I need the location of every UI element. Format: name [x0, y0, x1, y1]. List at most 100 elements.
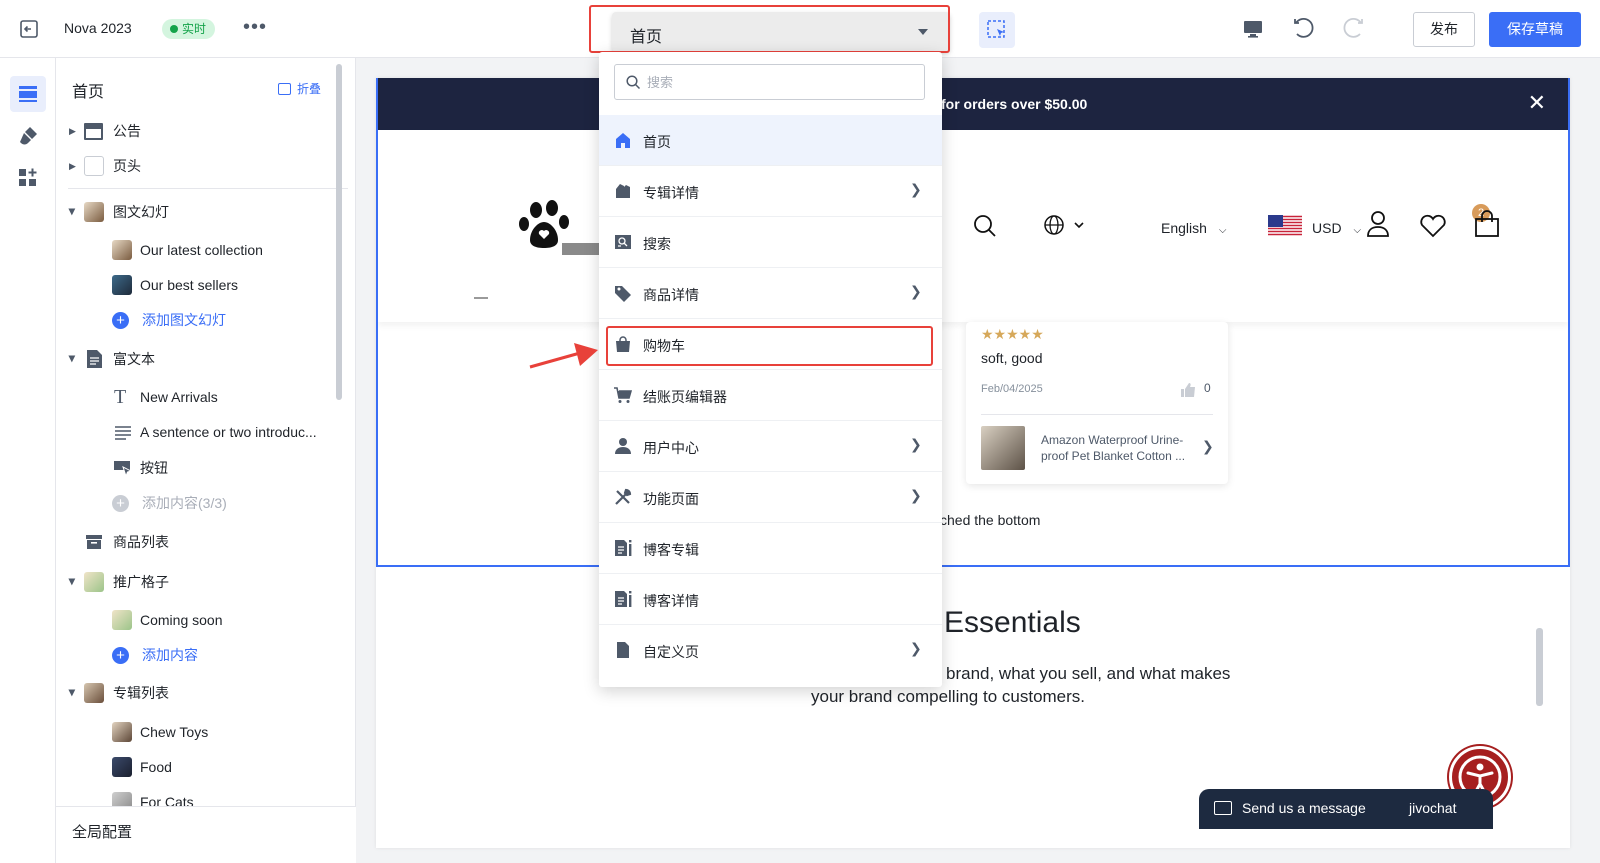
sections-icon	[19, 86, 37, 102]
page-option-label: 自定义页	[643, 644, 699, 660]
document-icon	[87, 350, 102, 368]
exit-icon[interactable]	[18, 18, 40, 40]
collapse-button[interactable]: 折叠	[277, 80, 321, 97]
page-option-user-center[interactable]: 用户中心 ❯	[599, 421, 942, 472]
chat-brand: jivochat	[1409, 800, 1457, 816]
blog-detail-icon	[615, 591, 632, 607]
section-label: 页头	[113, 158, 141, 174]
page-option-blog-collection[interactable]: 博客专辑	[599, 523, 942, 574]
section-slideshow[interactable]: ▶ 图文幻灯	[56, 197, 355, 227]
block-label: Our latest collection	[140, 242, 263, 258]
section-collection-list[interactable]: ▶ 专辑列表	[56, 678, 355, 708]
section-label: 专辑列表	[113, 685, 169, 701]
slide-thumbnail	[112, 275, 132, 295]
rail-apps-button[interactable]	[10, 160, 46, 196]
section-header[interactable]: ▶ 页头	[56, 151, 355, 181]
page-option-label: 功能页面	[643, 491, 699, 507]
announcement-icon	[84, 123, 103, 140]
canvas-scrollbar[interactable]	[1536, 628, 1543, 706]
block-collection-2[interactable]: Food	[56, 752, 355, 782]
page-option-checkout-editor[interactable]: 结账页编辑器	[599, 370, 942, 421]
add-promo-block-button[interactable]: + 添加内容	[56, 640, 355, 670]
page-option-label: 博客详情	[643, 593, 699, 609]
page-option-product[interactable]: 商品详情 ❯	[599, 268, 942, 319]
global-settings-label: 全局配置	[72, 824, 133, 841]
chevron-right-icon: ❯	[910, 436, 922, 452]
select-element-tool[interactable]	[979, 12, 1015, 48]
user-icon	[615, 438, 631, 454]
desktop-icon[interactable]	[1240, 16, 1266, 42]
page-selector-highlight	[589, 5, 950, 53]
collapse-arrow-icon[interactable]: ▶	[57, 690, 87, 697]
global-settings[interactable]: 全局配置	[56, 806, 356, 863]
page-option-search[interactable]: 搜索	[599, 217, 942, 268]
save-draft-button[interactable]: 保存草稿	[1489, 12, 1581, 47]
page-option-function-pages[interactable]: 功能页面 ❯	[599, 472, 942, 523]
collapse-arrow-icon[interactable]: ▶	[57, 209, 87, 216]
add-richtext-block-button[interactable]: + 添加内容(3/3)	[56, 488, 355, 518]
page-option-collection[interactable]: 专辑详情 ❯	[599, 166, 942, 217]
collapse-arrow-icon[interactable]: ▶	[57, 579, 87, 586]
sidebar-title: 首页	[72, 84, 105, 101]
block-promo-1[interactable]: Coming soon	[56, 605, 355, 635]
promo-thumbnail	[84, 572, 104, 592]
block-label: Coming soon	[140, 612, 223, 628]
block-slide-1[interactable]: Our latest collection	[56, 235, 355, 265]
expand-arrow-icon[interactable]: ▶	[69, 151, 76, 181]
rail-sections-button[interactable]	[10, 76, 46, 112]
chat-widget[interactable]: Send us a message jivochat	[1199, 789, 1493, 829]
block-text[interactable]: A sentence or two introduc...	[56, 417, 355, 447]
section-promo-grid[interactable]: ▶ 推广格子	[56, 567, 355, 597]
page-option-blog-detail[interactable]: 博客详情	[599, 574, 942, 625]
section-announcement[interactable]: ▶ 公告	[56, 116, 355, 146]
redo-icon[interactable]	[1340, 16, 1366, 42]
block-label: 按钮	[140, 460, 168, 476]
tag-icon	[615, 286, 631, 302]
button-cursor-icon	[114, 461, 133, 478]
essentials-line-2: your brand compelling to customers.	[811, 687, 1086, 706]
page-option-custom-page[interactable]: 自定义页 ❯	[599, 625, 942, 676]
chevron-right-icon: ❯	[910, 487, 922, 503]
publish-button[interactable]: 发布	[1413, 12, 1475, 47]
selected-section-outline	[376, 78, 1570, 567]
block-label: Chew Toys	[140, 724, 209, 740]
sidebar-divider	[68, 188, 348, 189]
expand-arrow-icon[interactable]: ▶	[69, 116, 76, 146]
page-option-label: 结账页编辑器	[643, 389, 727, 405]
block-label: New Arrivals	[140, 389, 218, 405]
collection-icon	[616, 184, 630, 198]
add-icon: +	[112, 312, 129, 329]
brush-icon	[20, 127, 37, 145]
essentials-heading: Essentials	[944, 606, 1081, 639]
block-collection-1[interactable]: Chew Toys	[56, 717, 355, 747]
block-label: Our best sellers	[140, 277, 239, 293]
more-menu-icon[interactable]: •••	[243, 16, 267, 39]
block-slide-2[interactable]: Our best sellers	[56, 270, 355, 300]
page-dropdown-menu: 首页 专辑详情 ❯ 搜索 商品详情 ❯ 购物车 结账页编辑器 用户中心 ❯ 功能…	[599, 52, 942, 687]
rail-theme-button[interactable]	[10, 118, 46, 154]
paragraph-icon	[115, 426, 131, 440]
text-t-icon: T	[114, 386, 127, 408]
block-heading[interactable]: T New Arrivals	[56, 382, 355, 412]
add-slide-button[interactable]: + 添加图文幻灯	[56, 305, 355, 335]
page-search-field[interactable]	[614, 64, 925, 100]
cart-icon	[614, 387, 632, 403]
block-button[interactable]: 按钮	[56, 453, 355, 483]
undo-icon[interactable]	[1291, 16, 1317, 42]
archive-box-icon	[86, 535, 102, 549]
page-option-label: 搜索	[643, 236, 671, 252]
collapse-arrow-icon[interactable]: ▶	[57, 356, 87, 363]
collection-thumbnail	[84, 683, 104, 703]
envelope-icon	[1214, 801, 1232, 815]
sidebar-scrollbar[interactable]	[336, 64, 342, 400]
slide-thumbnail	[112, 240, 132, 260]
icon-rail	[0, 58, 56, 863]
page-search-input[interactable]	[647, 73, 907, 91]
add-label: 添加图文幻灯	[142, 312, 226, 328]
section-product-list[interactable]: 商品列表	[56, 527, 355, 557]
section-richtext[interactable]: ▶ 富文本	[56, 344, 355, 374]
annotation-arrow-icon	[529, 343, 598, 369]
apps-icon	[19, 168, 37, 186]
promo-thumbnail	[112, 610, 132, 630]
page-option-home[interactable]: 首页	[599, 115, 942, 166]
